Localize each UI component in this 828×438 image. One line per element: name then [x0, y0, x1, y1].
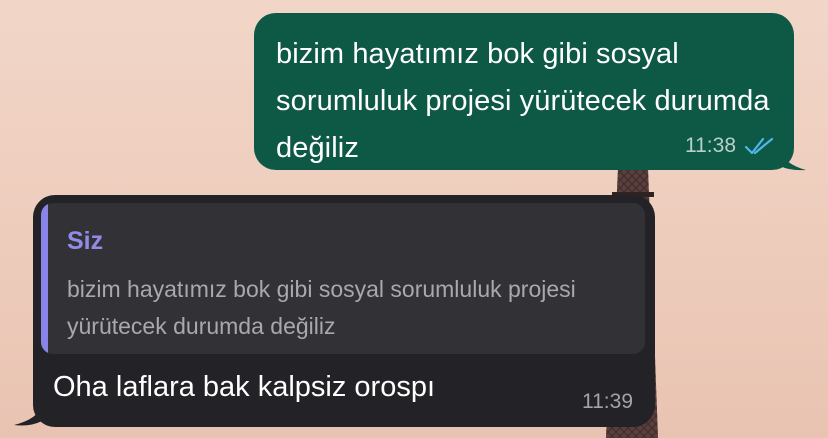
quote-author: Siz: [67, 227, 104, 255]
outgoing-message-time: 11:38: [685, 134, 736, 157]
incoming-message-bubble[interactable]: Siz bizim hayatımız bok gibi sosyal soru…: [33, 195, 655, 427]
incoming-message-time: 11:39: [582, 390, 633, 413]
incoming-bubble-tail: [14, 405, 42, 426]
outgoing-message-bubble[interactable]: bizim hayatımız bok gibi sosyal sorumlul…: [254, 13, 794, 170]
incoming-message-text: Oha laflara bak kalpsiz orospı: [53, 371, 436, 403]
outgoing-bubble-tail: [780, 150, 806, 171]
outgoing-message-meta: 11:38: [685, 134, 774, 158]
quoted-reply-preview[interactable]: Siz bizim hayatımız bok gibi sosyal soru…: [41, 203, 645, 354]
quote-text: bizim hayatımız bok gibi sosyal sorumlul…: [67, 276, 576, 339]
quote-accent-bar: [41, 203, 48, 354]
double-check-read-icon: [744, 137, 774, 155]
